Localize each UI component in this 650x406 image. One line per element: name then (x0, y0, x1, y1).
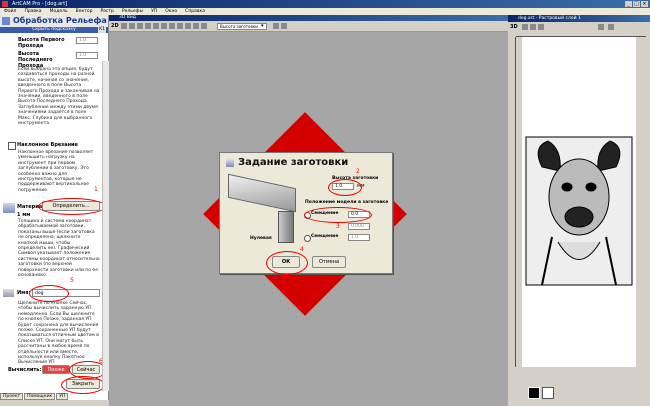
menu-file[interactable]: Файл (4, 8, 16, 15)
later-button[interactable]: Позже (42, 365, 70, 374)
last-height-input[interactable]: 1.0 (76, 52, 98, 59)
zero-label: Нулевая (250, 236, 272, 241)
panel-title: Обработка Рельефа (0, 15, 108, 27)
highlight-ellipse-2 (328, 179, 362, 196)
menu-edit[interactable]: Правка (24, 8, 41, 15)
color-icon[interactable] (608, 24, 614, 30)
vertical-ruler (512, 37, 516, 367)
annotation-4: 4 (300, 246, 304, 253)
help-text-material: Толщина и система координат обрабатываем… (18, 219, 100, 279)
close-window-button[interactable]: × (641, 1, 648, 7)
menu-model[interactable]: Модель (50, 8, 68, 15)
toolpath-name-icon (3, 289, 14, 297)
2d-toolbar: 3D (508, 22, 650, 32)
app-title: ArtCAM Pro - [dog.art] (12, 1, 68, 7)
view-dropdown[interactable]: Высота заготовки (217, 23, 267, 30)
view-top-icon[interactable] (145, 23, 151, 29)
zero-input[interactable]: 0.000 (348, 223, 370, 230)
grid-icon[interactable] (273, 23, 279, 29)
first-height-input[interactable]: 1.0 (76, 37, 98, 44)
toolpath-view-icon[interactable] (201, 23, 207, 29)
menu-window[interactable]: Окно (165, 8, 177, 15)
annotation-2: 2 (356, 168, 360, 175)
calculate-label: Вычислить: (8, 367, 42, 373)
offset-bottom-radio[interactable] (304, 235, 311, 242)
app-title-bar: ArtCAM Pro - [dog.art] _ □ × (0, 0, 650, 8)
shade-icon[interactable] (177, 23, 183, 29)
layer-icon[interactable] (598, 24, 604, 30)
define-block-dialog: Задание заготовки Высота заготовки 1.0 м… (219, 152, 393, 275)
first-height-label: Высота Первого Прохода (18, 37, 65, 49)
block-preview (228, 173, 296, 213)
menu-bitmap[interactable]: Растр (100, 8, 113, 15)
pan-icon[interactable] (530, 24, 536, 30)
offset-bottom-label: Смещение (311, 234, 339, 239)
menu-bar: Файл Правка Модель Вектор Растр Рельефы … (0, 8, 650, 15)
hide-help-bar[interactable]: Скрыть подсказку K1 (0, 27, 108, 33)
maximize-button[interactable]: □ (633, 1, 640, 7)
tab-toolpaths[interactable]: УП (56, 393, 69, 400)
panel-scrollbar[interactable] (102, 61, 109, 391)
mm-label: 1 мм (17, 212, 31, 218)
pan-icon[interactable] (129, 23, 135, 29)
position-graphic (278, 211, 294, 243)
2d-icon[interactable]: 2D (111, 23, 119, 29)
help-text-passes: Если выбрана эта опция, будут создаватьс… (18, 67, 100, 127)
menu-reliefs[interactable]: Рельефы (122, 8, 143, 15)
incline-checkbox[interactable] (8, 142, 16, 150)
relief-machining-icon (2, 17, 10, 25)
highlight-ellipse-6b (61, 376, 105, 394)
3d-toolbar: 2D Высота заготовки ▾ (109, 21, 508, 32)
light-icon[interactable] (185, 23, 191, 29)
2d-view-title: dog.art - Растровый слой 1 (508, 15, 650, 22)
left-panel: Обработка Рельефа Скрыть подсказку K1 Вы… (0, 15, 109, 400)
3d-icon[interactable]: 3D (510, 24, 518, 30)
2d-view-window: dog.art - Растровый слой 1 3D (508, 15, 650, 406)
highlight-ellipse-1 (38, 198, 106, 215)
position-label: Положение модели в заготовке (304, 200, 390, 205)
menu-toolpaths[interactable]: УП (151, 8, 157, 15)
view-iso-icon[interactable] (161, 23, 167, 29)
project-tabs: Проект Помощник УП (0, 393, 108, 400)
material-view-icon[interactable] (193, 23, 199, 29)
secondary-color-swatch[interactable] (542, 387, 554, 399)
annotation-5: 5 (70, 277, 74, 284)
minimize-button[interactable]: _ (625, 1, 632, 7)
tab-assistant[interactable]: Помощник (24, 393, 56, 400)
tab-project[interactable]: Проект (0, 393, 24, 400)
dialog-title: Задание заготовки (238, 157, 349, 168)
settings-icon[interactable] (281, 23, 287, 29)
highlight-ellipse-5 (29, 285, 69, 302)
primary-color-swatch[interactable] (528, 387, 540, 399)
offset-bottom-input[interactable]: 1.0 (348, 234, 370, 241)
view-side-icon[interactable] (169, 23, 175, 29)
app-icon (2, 1, 8, 7)
bitmap-canvas (522, 37, 636, 367)
help-text-incline: Наклонное врезание позволяет уменьшить н… (18, 150, 94, 193)
block-icon (226, 159, 234, 167)
view-front-icon[interactable] (153, 23, 159, 29)
incline-label: Наклонное Врезание (17, 142, 78, 148)
highlight-ellipse-4 (266, 251, 308, 275)
rotate-icon[interactable] (137, 23, 143, 29)
help-badge: K1 (98, 27, 106, 33)
menu-help[interactable]: Справка (185, 8, 205, 15)
fit-icon[interactable] (538, 24, 544, 30)
3d-view-window: 3D Вид 2D Высота заготовки ▾ Задание заг… (109, 15, 508, 406)
help-text-calculate: Щелкните по кнопке Сейчас, чтобы вычисли… (18, 301, 99, 366)
highlight-ellipse-3 (304, 207, 372, 223)
menu-vector[interactable]: Вектор (76, 8, 93, 15)
annotation-3: 3 (336, 223, 340, 230)
zoom-icon[interactable] (522, 24, 528, 30)
cancel-button[interactable]: Отмена (312, 256, 346, 268)
dog-bitmap (525, 136, 633, 286)
zoom-icon[interactable] (121, 23, 127, 29)
annotation-1: 1 (94, 186, 98, 193)
chevron-down-icon[interactable]: ▾ (261, 23, 264, 29)
material-icon (3, 203, 15, 213)
